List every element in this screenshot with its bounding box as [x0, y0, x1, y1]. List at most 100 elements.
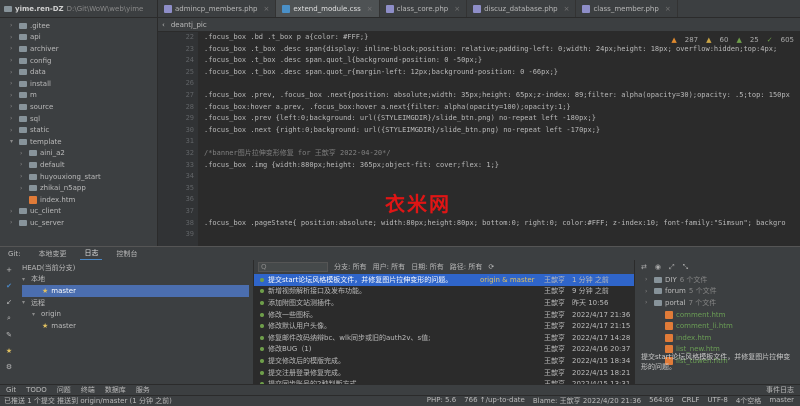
close-icon[interactable]: ×	[264, 5, 270, 13]
tab-admincp-members[interactable]: admincp_members.php ×	[158, 0, 277, 17]
event-log-button[interactable]: 事件日志	[766, 385, 800, 395]
chevron-right-icon[interactable]: ▾	[10, 138, 16, 145]
chevron-right-icon[interactable]: ›	[20, 185, 26, 192]
tab-discuz-database[interactable]: discuz_database.php ×	[467, 0, 577, 17]
update-icon[interactable]: ↙	[6, 298, 12, 306]
branch-item[interactable]: ▾ 本地	[22, 274, 249, 286]
indent[interactable]: 4个空格	[736, 396, 761, 406]
inspection-widget[interactable]: ▲ 287 ▲ 60 ▲ 25 ✓ 605	[671, 36, 794, 44]
chevron-right-icon[interactable]: ›	[20, 150, 26, 157]
chevron-right-icon[interactable]: ›	[20, 161, 26, 168]
commit-row[interactable]: 修改一些图标。 王歆亨 2022/4/17 21:36	[254, 309, 634, 321]
tab-log[interactable]: 日志	[80, 247, 103, 261]
change-item[interactable]: › portal 7 个文件	[635, 297, 800, 309]
tree-item[interactable]: › archiver	[0, 43, 157, 55]
close-icon[interactable]: ×	[665, 5, 671, 13]
settings-icon[interactable]: ⚙	[6, 363, 12, 371]
tree-item[interactable]: › api	[0, 32, 157, 44]
tree-item[interactable]: › zhikai_n5app	[0, 182, 157, 194]
tree-item[interactable]: › data	[0, 66, 157, 78]
tab-extend-module-css[interactable]: extend_module.css ×	[276, 0, 380, 17]
tab-services[interactable]: 服务	[136, 385, 150, 395]
chevron-left-icon[interactable]: ‹	[162, 21, 165, 29]
chevron-right-icon[interactable]: ›	[10, 80, 16, 87]
branch-item[interactable]: ▾ origin	[22, 308, 249, 320]
commit-row[interactable]: 添加附图文站测插件。 王歆亨 昨天 10:56	[254, 297, 634, 309]
tab-problems[interactable]: 问题	[57, 385, 71, 395]
tree-item[interactable]: › m	[0, 90, 157, 102]
branch-item[interactable]: ★ master	[22, 285, 249, 297]
encoding[interactable]: UTF-8	[707, 396, 727, 406]
chevron-right-icon[interactable]: ›	[10, 69, 16, 76]
tree-item[interactable]: › static	[0, 124, 157, 136]
chevron-right-icon[interactable]: ›	[645, 288, 651, 295]
diff-icon[interactable]: ⇄	[641, 263, 647, 271]
commit-row[interactable]: 提交注册登录修复完成。 王歆亨 2022/4/15 18:21	[254, 367, 634, 379]
tab-database[interactable]: 数据库	[105, 385, 126, 395]
tree-item[interactable]: › install	[0, 78, 157, 90]
search-icon[interactable]: ⌕	[7, 314, 11, 323]
date-filter[interactable]: 日期: 所有	[411, 262, 444, 272]
change-item[interactable]: › DIY 6 个文件	[635, 274, 800, 286]
branch-item[interactable]: ▾ 远程	[22, 297, 249, 309]
tree-item[interactable]: › uc_server	[0, 217, 157, 229]
tree-item[interactable]: ▾ template	[0, 136, 157, 148]
chevron-right-icon[interactable]: ›	[10, 115, 16, 122]
tree-item[interactable]: › default	[0, 159, 157, 171]
chevron-right-icon[interactable]: ›	[10, 22, 16, 29]
branch-widget[interactable]: master	[769, 396, 794, 406]
refresh-icon[interactable]: ⟳	[488, 263, 494, 271]
tree-item[interactable]: › aini_a2	[0, 148, 157, 160]
tree-item[interactable]: › sql	[0, 113, 157, 125]
collapse-icon[interactable]: ⤡	[683, 263, 689, 272]
log-search-input[interactable]: Q	[258, 262, 328, 272]
close-icon[interactable]: ×	[367, 5, 373, 13]
commit-row[interactable]: 修改默认用户头像。 王歆亨 2022/4/17 21:15	[254, 320, 634, 332]
chevron-right-icon[interactable]: ›	[10, 57, 16, 64]
star-icon[interactable]: ★	[6, 347, 12, 355]
commit-row[interactable]: 提交start论坛风格模板文件，并修复图片拉伸变形的问题。 origin & ma…	[254, 274, 634, 286]
chevron-down-icon[interactable]: ▾	[22, 299, 28, 306]
chevron-right-icon[interactable]: ›	[20, 173, 26, 180]
tab-local-changes[interactable]: 本地变更	[34, 248, 70, 260]
vcs-updates[interactable]: 766 ↑/up-to-date	[464, 396, 525, 406]
tab-terminal[interactable]: 终端	[81, 385, 95, 395]
plus-icon[interactable]: +	[6, 266, 12, 274]
tab-class-member[interactable]: class_member.php ×	[576, 0, 678, 17]
check-icon[interactable]: ✔	[6, 282, 12, 290]
tree-item[interactable]: › config	[0, 55, 157, 67]
tab-git[interactable]: Git	[6, 386, 16, 394]
pin-icon[interactable]: ✎	[6, 331, 12, 339]
tab-class-core[interactable]: class_core.php ×	[380, 0, 468, 17]
code-editor[interactable]: .focus_box .bd .t_box p a{color: #FFF;}.…	[198, 32, 800, 246]
chevron-down-icon[interactable]: ▾	[22, 276, 28, 283]
chevron-right-icon[interactable]: ›	[10, 103, 16, 110]
change-item[interactable]: comment_li.htm	[635, 320, 800, 332]
chevron-right-icon[interactable]: ›	[10, 92, 16, 99]
project-header[interactable]: yime.ren-DZ D:\Git\WoW\web\yime	[0, 0, 158, 17]
tree-item[interactable]: index.htm	[0, 194, 157, 206]
line-separator[interactable]: CRLF	[682, 396, 700, 406]
change-item[interactable]: comment.htm	[635, 309, 800, 321]
chevron-right-icon[interactable]: ›	[645, 276, 651, 283]
change-item[interactable]: index.htm	[635, 332, 800, 344]
php-version[interactable]: PHP: 5.6	[427, 396, 456, 406]
chevron-right-icon[interactable]: ›	[10, 208, 16, 215]
tab-console[interactable]: 控制台	[112, 248, 141, 260]
chevron-right-icon[interactable]: ›	[645, 299, 651, 306]
commit-row[interactable]: 新增视频解析接口及发布功能。 王歆亨 9 分钟 之前	[254, 286, 634, 298]
close-icon[interactable]: ×	[564, 5, 570, 13]
branch-item[interactable]: HEAD(当前分支)	[22, 262, 249, 274]
expand-icon[interactable]: ⤢	[669, 263, 675, 272]
commit-row[interactable]: 修复邮件改码纳辩bc、wlk同步或旧的auth2v、s值; 王歆亨 2022/4/1…	[254, 332, 634, 344]
tab-todo[interactable]: TODO	[26, 386, 47, 394]
tree-item[interactable]: › huyouxiong_start	[0, 171, 157, 183]
blame-info[interactable]: Blame: 王歆亨 2022/4/20 21:36	[533, 396, 641, 406]
change-item[interactable]: › forum 5 个文件	[635, 286, 800, 298]
eye-icon[interactable]: ◉	[655, 263, 661, 271]
tree-item[interactable]: › .gitee	[0, 20, 157, 32]
branch-filter[interactable]: 分支: 所有	[334, 262, 367, 272]
chevron-right-icon[interactable]: ›	[10, 219, 16, 226]
commit-row[interactable]: 提交修改后的模版完成。 王歆亨 2022/4/15 18:34	[254, 355, 634, 367]
close-icon[interactable]: ×	[454, 5, 460, 13]
